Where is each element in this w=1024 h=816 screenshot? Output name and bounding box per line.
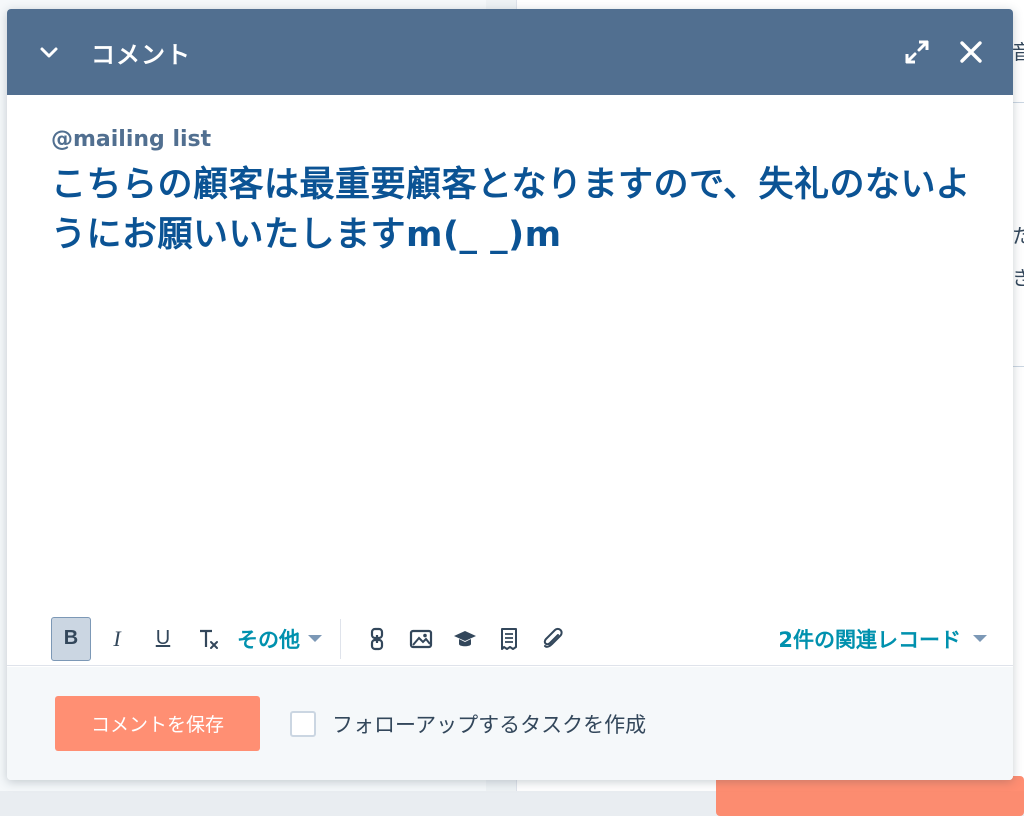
comment-editor[interactable]: @mailing list こちらの顧客は最重要顧客となりますので、失礼のないよ…	[7, 95, 1013, 595]
save-comment-button[interactable]: コメントを保存	[55, 696, 260, 751]
related-records-dropdown[interactable]: 2件の関連レコード	[778, 624, 987, 654]
attachment-icon[interactable]	[531, 617, 575, 661]
followup-task-checkbox[interactable]	[290, 711, 316, 737]
background-button	[716, 776, 1024, 816]
chevron-down-icon[interactable]	[37, 40, 61, 64]
underline-button[interactable]: U	[143, 617, 183, 661]
modal-title: コメント	[91, 35, 191, 70]
background-text: た	[1012, 220, 1024, 249]
snippet-icon[interactable]	[487, 617, 531, 661]
bold-button[interactable]: B	[51, 617, 91, 661]
modal-header: コメント	[7, 9, 1013, 95]
close-icon[interactable]	[953, 34, 989, 70]
comment-modal: コメント @mailing list こちらの顧客は最重要顧客となりますので、失…	[7, 9, 1013, 780]
clear-format-button[interactable]	[189, 617, 229, 661]
background-text: き	[1012, 262, 1024, 291]
italic-button[interactable]: I	[97, 617, 137, 661]
mention-tag: @mailing list	[51, 127, 969, 152]
more-dropdown[interactable]: その他	[237, 624, 336, 654]
followup-task-label: フォローアップするタスクを作成	[332, 709, 646, 739]
expand-icon[interactable]	[899, 34, 935, 70]
formatting-toolbar: B I U その他	[7, 612, 1013, 666]
followup-task-option[interactable]: フォローアップするタスクを作成	[290, 709, 646, 739]
background-text: 音	[1012, 36, 1024, 65]
caret-down-icon	[973, 635, 987, 642]
image-icon[interactable]	[399, 617, 443, 661]
toolbar-divider	[340, 619, 341, 659]
knowledge-icon[interactable]	[443, 617, 487, 661]
comment-text[interactable]: こちらの顧客は最重要顧客となりますので、失礼のないようにお願いいたしますm(_ …	[51, 160, 971, 260]
caret-down-icon	[308, 635, 322, 642]
modal-footer: コメントを保存 フォローアップするタスクを作成	[7, 667, 1013, 780]
link-icon[interactable]	[355, 617, 399, 661]
